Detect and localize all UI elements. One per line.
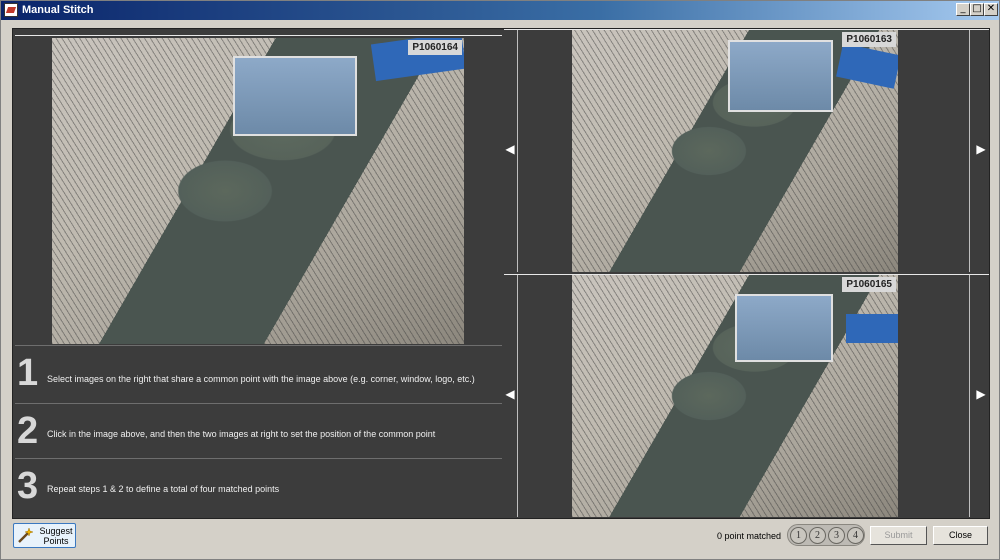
match-indicator: 2 <box>809 527 826 544</box>
step-text: Click in the image above, and then the t… <box>47 429 436 439</box>
submit-button[interactable]: Submit <box>870 526 927 545</box>
suggest-points-button[interactable]: Suggest Points <box>13 523 76 548</box>
photo-detail <box>233 56 357 136</box>
thumbnail-image[interactable]: P1060165 <box>572 275 898 517</box>
next-image-arrow[interactable]: ▶ <box>976 142 986 156</box>
image-label: P1060164 <box>408 40 462 55</box>
step-number: 3 <box>17 465 39 507</box>
matched-status: 0 point matched <box>717 531 782 541</box>
next-image-arrow[interactable]: ▶ <box>976 387 986 401</box>
main-image[interactable]: P1060164 <box>52 38 464 344</box>
step-1: 1 Select images on the right that share … <box>15 345 502 400</box>
footer-bar: Suggest Points 0 point matched 1 2 3 4 S… <box>1 520 999 560</box>
title-bar: Manual Stitch _ □ ✕ <box>1 1 999 20</box>
photo-detail <box>836 43 898 89</box>
match-indicators: 1 2 3 4 <box>787 524 865 546</box>
close-window-button[interactable]: ✕ <box>984 3 998 16</box>
maximize-button[interactable]: □ <box>970 3 984 16</box>
divider <box>969 30 970 272</box>
photo-detail <box>845 313 898 343</box>
suggest-points-label: Suggest Points <box>39 526 73 546</box>
thumbnail-slot-1: ◀ P1060163 ▶ <box>504 29 989 272</box>
window-title: Manual Stitch <box>22 4 94 16</box>
divider <box>517 275 518 517</box>
close-button[interactable]: Close <box>933 526 988 545</box>
minimize-button[interactable]: _ <box>956 3 970 16</box>
image-label: P1060165 <box>842 277 896 292</box>
previous-image-arrow[interactable]: ◀ <box>505 142 515 156</box>
instructions: 1 Select images on the right that share … <box>15 345 502 518</box>
main-image-frame: P1060164 <box>15 35 502 345</box>
app-icon <box>4 3 18 17</box>
step-text: Select images on the right that share a … <box>47 374 475 384</box>
thumbnail-slot-2: ◀ P1060165 ▶ <box>504 274 989 517</box>
thumbnail-panel: ◀ P1060163 ▶ ◀ P1060165 ▶ <box>504 29 989 518</box>
thumbnail-image[interactable]: P1060163 <box>572 30 898 272</box>
photo-detail <box>735 294 833 363</box>
step-2: 2 Click in the image above, and then the… <box>15 403 502 458</box>
magic-wand-icon <box>18 528 33 543</box>
manual-stitch-window: Manual Stitch _ □ ✕ P1060164 1 Select im… <box>0 0 1000 560</box>
stitch-workspace: P1060164 1 Select images on the right th… <box>12 28 990 519</box>
divider <box>517 30 518 272</box>
match-indicator: 1 <box>790 527 807 544</box>
match-indicator: 4 <box>847 527 864 544</box>
step-text: Repeat steps 1 & 2 to define a total of … <box>47 484 280 494</box>
photo-detail <box>728 39 833 113</box>
step-number: 1 <box>17 352 39 394</box>
match-indicator: 3 <box>828 527 845 544</box>
step-number: 2 <box>17 410 39 452</box>
main-image-panel: P1060164 1 Select images on the right th… <box>15 33 502 518</box>
step-3: 3 Repeat steps 1 & 2 to define a total o… <box>15 458 502 513</box>
divider <box>969 275 970 517</box>
image-label: P1060163 <box>842 32 896 47</box>
previous-image-arrow[interactable]: ◀ <box>505 387 515 401</box>
